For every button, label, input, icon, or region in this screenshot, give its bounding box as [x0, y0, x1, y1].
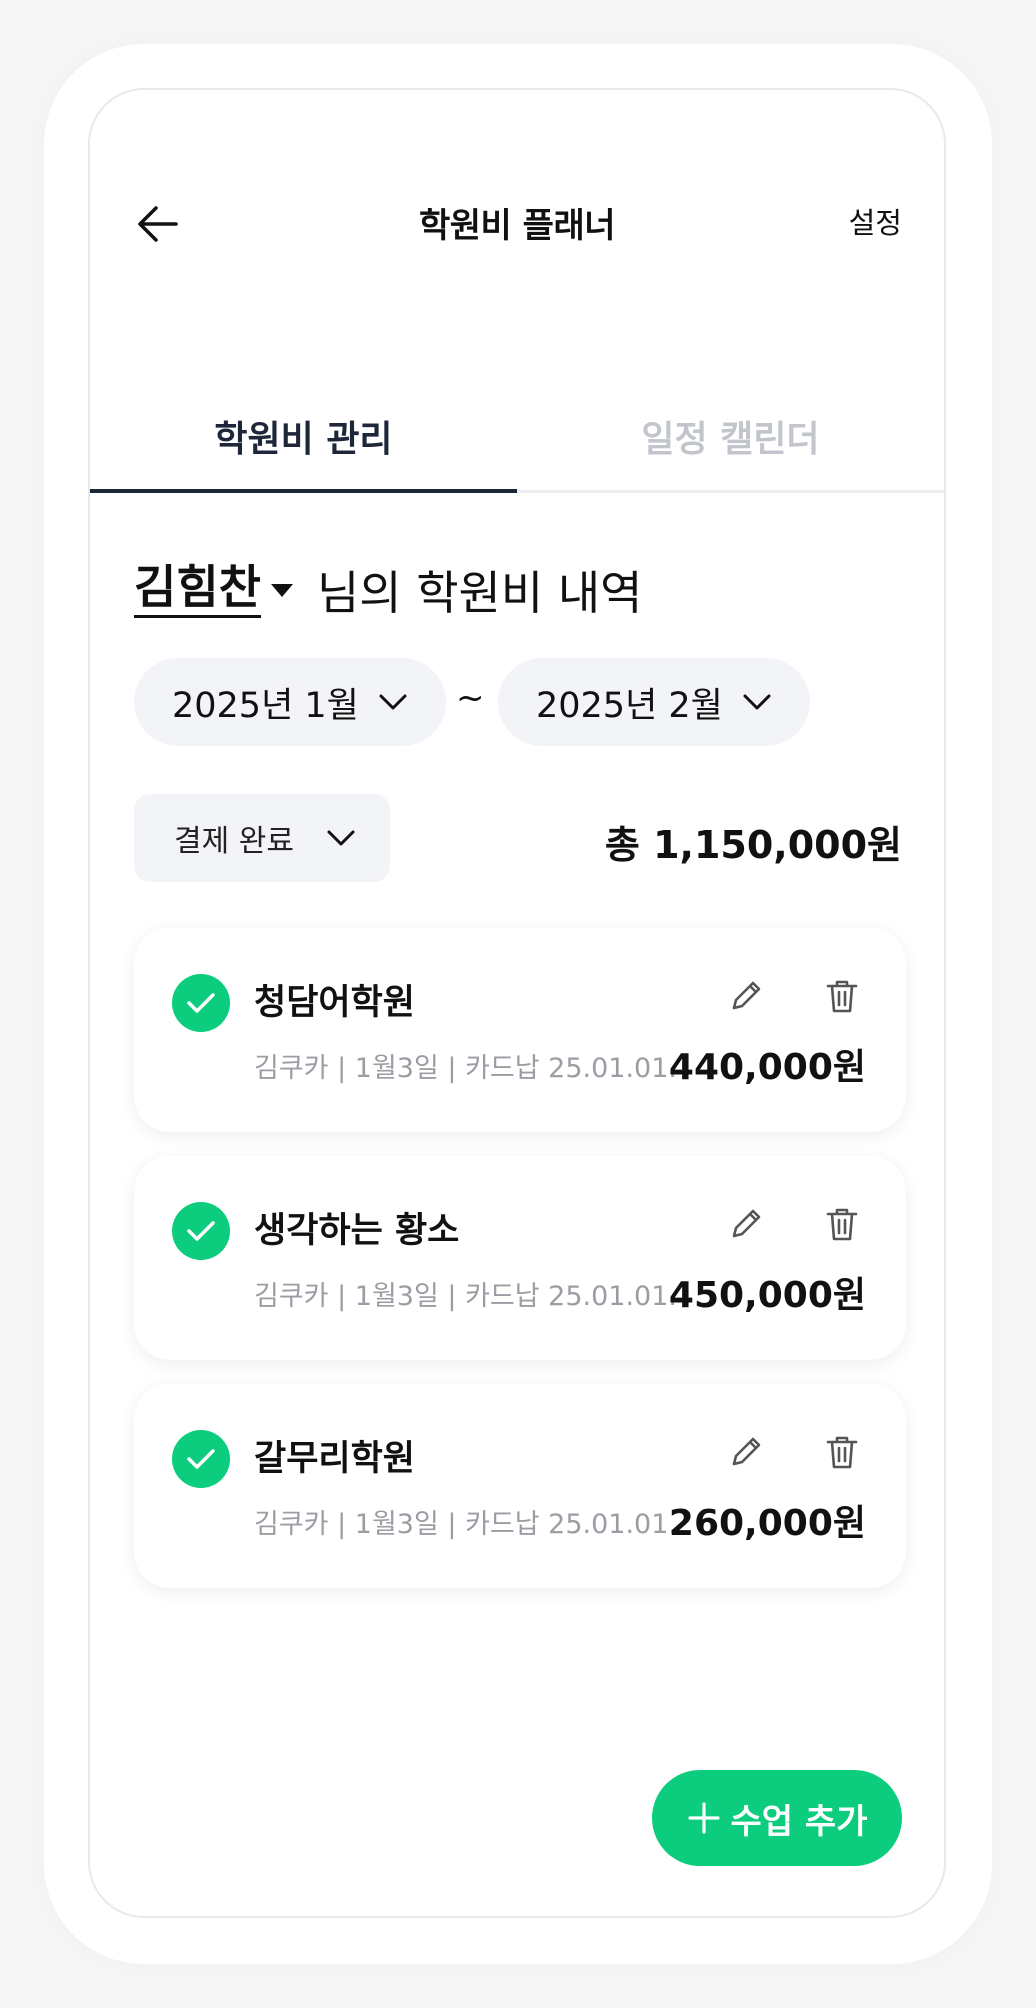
academy-amount: 450,000원: [668, 1275, 866, 1316]
academy-meta: 김쿠카 | 1월3일 | 카드납 25.01.01.: [254, 1509, 677, 1540]
academy-meta: 김쿠카 | 1월3일 | 카드납 25.01.01.: [254, 1053, 677, 1084]
student-heading: 김힘찬 님의 학원비 내역: [134, 558, 642, 622]
trash-icon[interactable]: [822, 1432, 862, 1472]
payment-status-value: 결제 완료: [174, 824, 294, 859]
period-separator: ~: [456, 678, 485, 718]
device-frame: 학원비 플래너 설정 학원비 관리 일정 캘린더 김힘찬 님의 학원비 내역 2…: [44, 44, 992, 1964]
total-amount: 총 1,150,000원: [604, 823, 902, 867]
pencil-icon[interactable]: [726, 1432, 766, 1472]
add-class-label: 수업 추가: [730, 1801, 868, 1842]
add-class-button[interactable]: 수업 추가: [652, 1770, 902, 1866]
period-end-value: 2025년 2월: [536, 685, 723, 726]
trash-icon[interactable]: [822, 1204, 862, 1244]
period-start-value: 2025년 1월: [172, 685, 359, 726]
page-title: 학원비 플래너: [418, 206, 616, 246]
academy-amount: 440,000원: [668, 1047, 866, 1088]
academy-card[interactable]: 청담어학원 김쿠카 | 1월3일 | 카드납 25.01.01. 440,000…: [134, 928, 906, 1132]
period-end-dropdown[interactable]: 2025년 2월: [498, 658, 810, 746]
academy-name: 청담어학원: [254, 983, 416, 1023]
check-circle-icon: [172, 1202, 230, 1260]
tab-bar: 학원비 관리 일정 캘린더: [90, 390, 944, 493]
plus-icon: [687, 1802, 720, 1834]
caret-down-icon[interactable]: [270, 583, 293, 597]
chevron-down-icon: [743, 694, 771, 710]
student-selector[interactable]: 김힘찬: [134, 562, 261, 618]
pencil-icon[interactable]: [726, 976, 766, 1016]
academy-meta: 김쿠카 | 1월3일 | 카드납 25.01.01.: [254, 1281, 677, 1312]
check-circle-icon: [172, 1430, 230, 1488]
chevron-down-icon: [379, 694, 407, 710]
check-circle-icon: [172, 974, 230, 1032]
academy-name: 생각하는 황소: [254, 1211, 460, 1251]
payment-status-dropdown[interactable]: 결제 완료: [134, 794, 390, 882]
settings-link[interactable]: 설정: [849, 200, 902, 242]
academy-name: 갈무리학원: [254, 1439, 416, 1479]
pencil-icon[interactable]: [726, 1204, 766, 1244]
academy-amount: 260,000원: [668, 1503, 866, 1544]
period-start-dropdown[interactable]: 2025년 1월: [134, 658, 446, 746]
tab-fee-management[interactable]: 학원비 관리: [90, 390, 517, 490]
student-heading-suffix: 님의 학원비 내역: [316, 566, 643, 620]
chevron-down-icon: [327, 830, 355, 846]
active-tab-indicator: [90, 489, 517, 493]
tab-schedule-calendar[interactable]: 일정 캘린더: [517, 390, 944, 490]
academy-card[interactable]: 생각하는 황소 김쿠카 | 1월3일 | 카드납 25.01.01. 450,0…: [134, 1156, 906, 1360]
app-screen: 학원비 플래너 설정 학원비 관리 일정 캘린더 김힘찬 님의 학원비 내역 2…: [88, 88, 946, 1918]
trash-icon[interactable]: [822, 976, 862, 1016]
academy-card[interactable]: 갈무리학원 김쿠카 | 1월3일 | 카드납 25.01.01. 260,000…: [134, 1384, 906, 1588]
